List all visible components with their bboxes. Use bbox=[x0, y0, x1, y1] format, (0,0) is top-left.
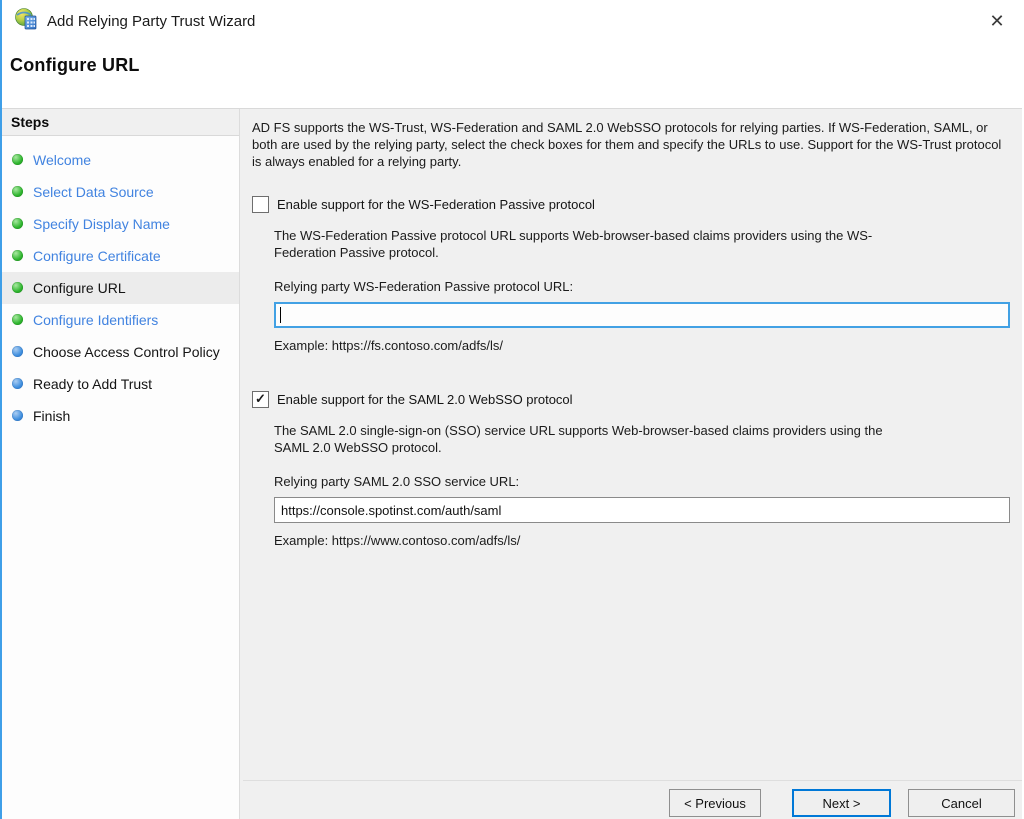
step-label: Welcome bbox=[33, 150, 91, 170]
step-label: Specify Display Name bbox=[33, 214, 170, 234]
check-icon: ✓ bbox=[255, 392, 266, 405]
adfs-wizard-icon bbox=[14, 7, 39, 36]
wsfed-url-input[interactable] bbox=[274, 302, 1010, 328]
saml-url-label: Relying party SAML 2.0 SSO service URL: bbox=[274, 474, 1010, 489]
steps-sidebar: Steps Welcome Select Data Source Specify… bbox=[2, 109, 240, 819]
saml-checkbox-label: Enable support for the SAML 2.0 WebSSO p… bbox=[277, 392, 573, 407]
sidebar-step: Specify Display Name bbox=[2, 208, 239, 240]
step-bullet-icon bbox=[12, 154, 23, 165]
sidebar-step: Configure URL bbox=[2, 272, 239, 304]
intro-text: AD FS supports the WS-Trust, WS-Federati… bbox=[252, 119, 1010, 170]
main-panel: AD FS supports the WS-Trust, WS-Federati… bbox=[240, 109, 1022, 819]
wsfed-checkbox-row: Enable support for the WS-Federation Pas… bbox=[252, 196, 1010, 213]
sidebar-step: Choose Access Control Policy bbox=[2, 336, 239, 368]
step-label: Ready to Add Trust bbox=[33, 374, 152, 394]
wsfed-checkbox-label: Enable support for the WS-Federation Pas… bbox=[277, 197, 595, 212]
saml-example-text: Example: https://www.contoso.com/adfs/ls… bbox=[274, 533, 1010, 548]
saml-checkbox[interactable]: ✓ bbox=[252, 391, 269, 408]
wsfed-example-text: Example: https://fs.contoso.com/adfs/ls/ bbox=[274, 338, 1010, 353]
step-bullet-icon bbox=[12, 186, 23, 197]
wsfed-description: The WS-Federation Passive protocol URL s… bbox=[274, 227, 899, 261]
page-title: Configure URL bbox=[10, 55, 140, 76]
sidebar-step: Configure Identifiers bbox=[2, 304, 239, 336]
step-label: Configure Identifiers bbox=[33, 310, 158, 330]
step-label: Choose Access Control Policy bbox=[33, 342, 220, 362]
sidebar-step: Ready to Add Trust bbox=[2, 368, 239, 400]
sidebar-step: Welcome bbox=[2, 144, 239, 176]
sidebar-step: Finish bbox=[2, 400, 239, 432]
step-bullet-icon bbox=[12, 282, 23, 293]
saml-url-input[interactable] bbox=[274, 497, 1010, 523]
wsfed-url-label: Relying party WS-Federation Passive prot… bbox=[274, 279, 1010, 294]
step-label: Finish bbox=[33, 406, 70, 426]
cancel-button[interactable]: Cancel bbox=[908, 789, 1015, 817]
step-label: Configure Certificate bbox=[33, 246, 161, 266]
text-cursor bbox=[280, 307, 281, 323]
wsfed-checkbox[interactable] bbox=[252, 196, 269, 213]
step-bullet-icon bbox=[12, 410, 23, 421]
step-bullet-icon bbox=[12, 378, 23, 389]
window-title: Add Relying Party Trust Wizard bbox=[47, 13, 255, 30]
footer-bar: < Previous Next > Cancel bbox=[243, 780, 1022, 819]
previous-button[interactable]: < Previous bbox=[669, 789, 761, 817]
step-label: Select Data Source bbox=[33, 182, 154, 202]
saml-url-field bbox=[274, 497, 1010, 523]
sidebar-step: Configure Certificate bbox=[2, 240, 239, 272]
step-label: Configure URL bbox=[33, 278, 126, 298]
next-button[interactable]: Next > bbox=[792, 789, 891, 817]
sidebar-step: Select Data Source bbox=[2, 176, 239, 208]
saml-checkbox-row: ✓ Enable support for the SAML 2.0 WebSSO… bbox=[252, 391, 1010, 408]
close-icon[interactable]: ✕ bbox=[984, 8, 1010, 34]
saml-description: The SAML 2.0 single-sign-on (SSO) servic… bbox=[274, 422, 899, 456]
step-bullet-icon bbox=[12, 250, 23, 261]
wizard-window: Add Relying Party Trust Wizard ✕ Configu… bbox=[0, 0, 1022, 819]
steps-list: Welcome Select Data Source Specify Displ… bbox=[2, 136, 239, 432]
step-bullet-icon bbox=[12, 346, 23, 357]
step-bullet-icon bbox=[12, 314, 23, 325]
content-area: Steps Welcome Select Data Source Specify… bbox=[2, 108, 1022, 819]
steps-header: Steps bbox=[2, 109, 239, 136]
wsfed-url-field bbox=[274, 302, 1010, 328]
window-titlebar[interactable]: Add Relying Party Trust Wizard ✕ bbox=[2, 0, 1022, 42]
step-bullet-icon bbox=[12, 218, 23, 229]
